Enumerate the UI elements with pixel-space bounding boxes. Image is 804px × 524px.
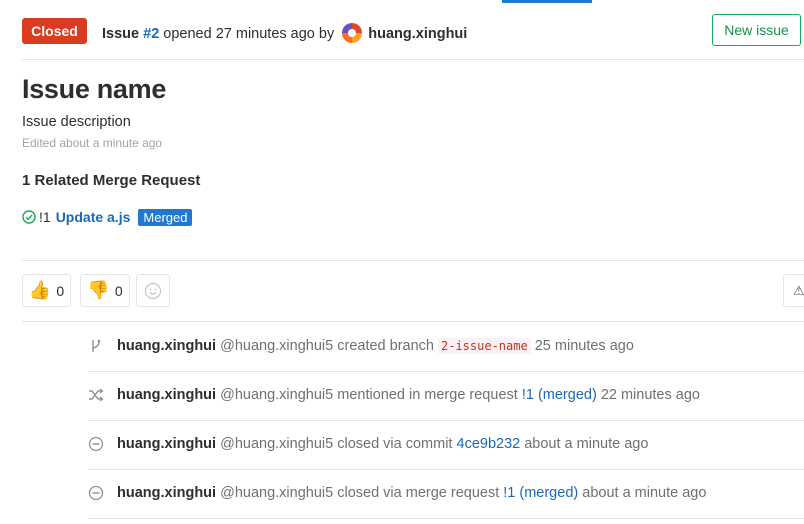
system-note: huang.xinghui @huang.xinghui5 closed via… [88, 420, 804, 469]
note-time: 25 minutes ago [534, 338, 634, 354]
opened-text: opened 27 minutes ago by [163, 26, 335, 42]
note-action: mentioned in merge request [337, 387, 518, 403]
note-author[interactable]: huang.xinghui [117, 436, 216, 452]
note-author[interactable]: huang.xinghui [117, 338, 216, 354]
mr-title-link[interactable]: Update a.js [56, 209, 131, 225]
note-time: about a minute ago [524, 436, 649, 452]
header-divider [22, 59, 804, 60]
thumbsdown-icon: 👎 [87, 279, 110, 301]
issue-meta: Issue #2 opened 27 minutes ago by huang.… [102, 23, 467, 43]
note-time: 22 minutes ago [600, 387, 700, 403]
note-handle: @huang.xinghui5 [220, 485, 334, 501]
note-handle: @huang.xinghui5 [220, 387, 334, 403]
note-action: closed via merge request [337, 485, 500, 501]
system-note: huang.xinghui @huang.xinghui5 created br… [88, 322, 804, 371]
note-author[interactable]: huang.xinghui [117, 387, 216, 403]
thumbsdown-button[interactable]: 👎 0 [80, 274, 130, 307]
active-tab-indicator [502, 0, 592, 3]
add-reaction-button[interactable] [136, 274, 170, 307]
branch-name: 2-issue-name [438, 338, 531, 354]
note-handle: @huang.xinghui5 [220, 436, 334, 452]
merge-request-link[interactable]: !1 (merged) [503, 485, 578, 501]
edited-note: Edited about a minute ago [22, 136, 163, 150]
note-handle: @huang.xinghui5 [220, 338, 334, 354]
note-time: about a minute ago [582, 485, 707, 501]
related-mr-item[interactable]: !1 Update a.js Merged [22, 209, 193, 226]
awards-divider [22, 260, 804, 261]
thumbsup-icon: 👍 [28, 279, 52, 301]
thumbsup-count: 0 [56, 282, 65, 299]
issue-ref-link[interactable]: #2 [143, 26, 159, 42]
note-action: closed via commit [337, 436, 453, 452]
merged-badge: Merged [138, 209, 193, 226]
closed-circle-icon [88, 485, 104, 501]
mr-ref: !1 [39, 209, 51, 225]
system-note: huang.xinghui @huang.xinghui5 closed via… [88, 469, 804, 518]
commit-link[interactable]: 4ce9b232 [457, 436, 521, 452]
issue-header: Closed Issue #2 opened 27 minutes ago by… [22, 15, 804, 48]
branch-icon [92, 339, 101, 352]
thumbsup-button[interactable]: 👍 0 [22, 274, 71, 307]
issue-description: Issue description [22, 114, 131, 130]
thumbsdown-count: 0 [114, 282, 123, 299]
note-author[interactable]: huang.xinghui [117, 485, 216, 501]
author-link[interactable]: huang.xinghui [368, 26, 467, 42]
closed-circle-icon [88, 436, 104, 452]
author-avatar[interactable] [342, 23, 363, 43]
smiley-icon [144, 282, 162, 299]
new-issue-button[interactable]: New issue [712, 14, 801, 46]
status-badge: Closed [22, 18, 87, 44]
shuffle-icon [89, 388, 104, 402]
note-action: created branch [337, 338, 434, 354]
check-circle-icon [22, 210, 36, 224]
note-divider [88, 518, 804, 519]
warning-icon: ⚠ [793, 283, 804, 298]
system-note: huang.xinghui @huang.xinghui5 mentioned … [88, 371, 804, 420]
report-abuse-button[interactable]: ⚠ [783, 274, 804, 307]
merge-request-link[interactable]: !1 (merged) [522, 387, 597, 403]
related-mr-heading: 1 Related Merge Request [22, 172, 201, 189]
issue-prefix: Issue [102, 26, 140, 42]
issue-title: Issue name [22, 74, 167, 104]
